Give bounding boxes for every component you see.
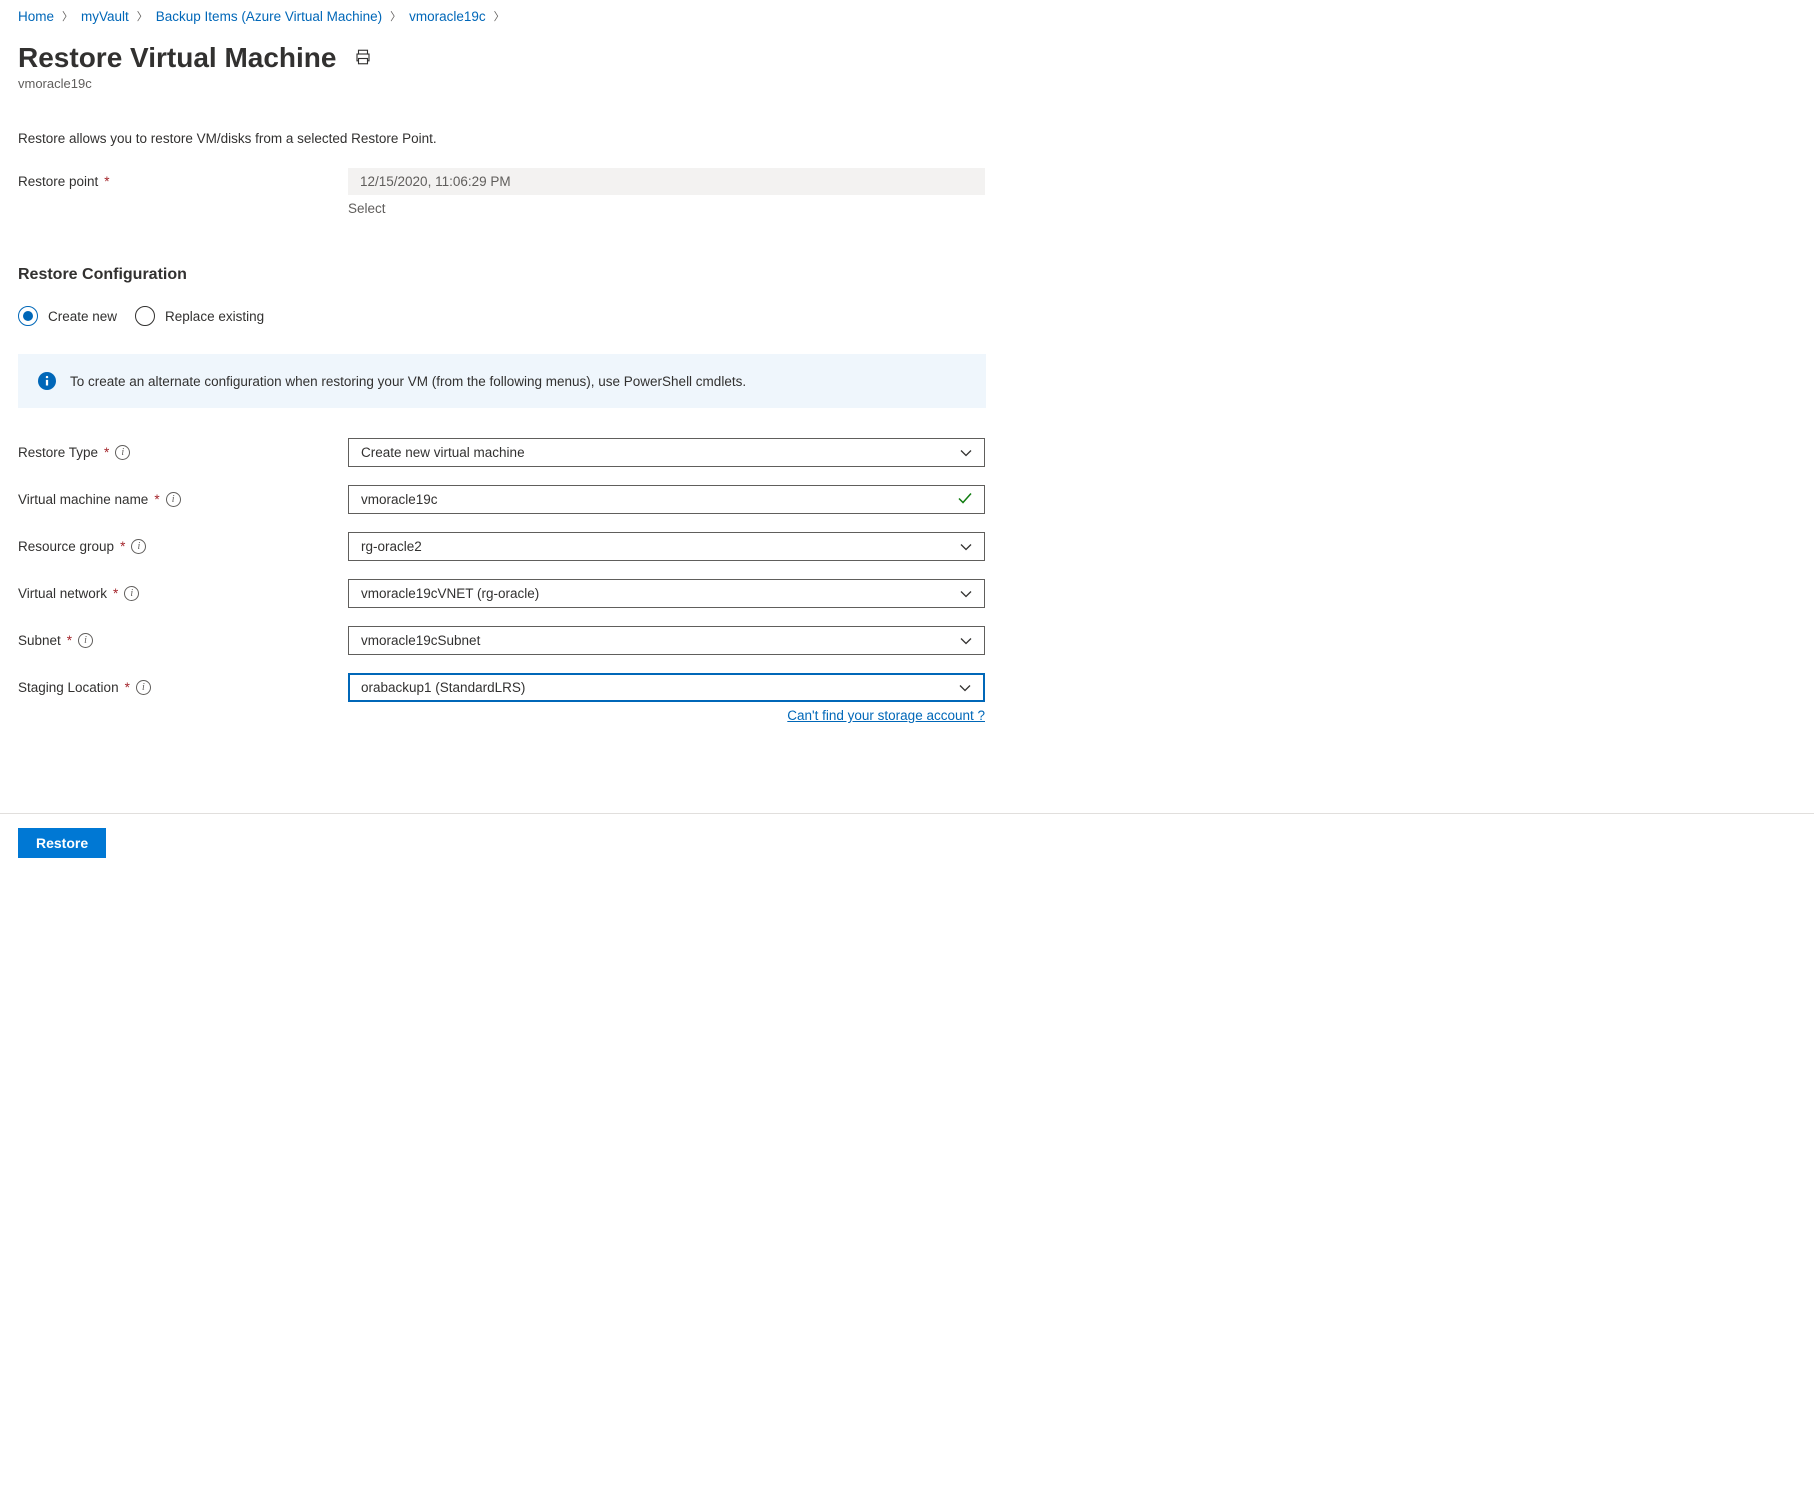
chevron-down-icon	[960, 539, 972, 554]
info-banner-text: To create an alternate configuration whe…	[70, 374, 746, 389]
vm-name-input[interactable]: vmoracle19c	[348, 485, 985, 514]
breadcrumb: Home 〉 myVault 〉 Backup Items (Azure Vir…	[18, 0, 1192, 24]
footer-bar: Restore	[0, 813, 1814, 872]
vnet-value: vmoracle19cVNET (rg-oracle)	[361, 586, 539, 601]
required-indicator: *	[125, 680, 130, 695]
chevron-down-icon	[959, 680, 971, 695]
chevron-right-icon: 〉	[137, 8, 148, 24]
restore-type-select[interactable]: Create new virtual machine	[348, 438, 985, 467]
info-banner: To create an alternate configuration whe…	[18, 354, 986, 408]
info-icon[interactable]: i	[124, 586, 139, 601]
required-indicator: *	[104, 174, 109, 189]
radio-selected-icon	[18, 306, 38, 326]
radio-create-new-label: Create new	[48, 309, 117, 324]
required-indicator: *	[120, 539, 125, 554]
radio-create-new[interactable]: Create new	[18, 306, 117, 326]
resource-group-select[interactable]: rg-oracle2	[348, 532, 985, 561]
subnet-value: vmoracle19cSubnet	[361, 633, 480, 648]
resource-group-value: rg-oracle2	[361, 539, 422, 554]
storage-account-help-link[interactable]: Can't find your storage account ?	[787, 708, 985, 723]
radio-replace-existing-label: Replace existing	[165, 309, 264, 324]
breadcrumb-vmoracle19c[interactable]: vmoracle19c	[409, 9, 486, 24]
info-icon[interactable]: i	[131, 539, 146, 554]
vnet-label: Virtual network	[18, 586, 107, 601]
chevron-down-icon	[960, 445, 972, 460]
page-title: Restore Virtual Machine	[18, 42, 336, 74]
required-indicator: *	[154, 492, 159, 507]
chevron-right-icon: 〉	[62, 8, 73, 24]
info-icon	[38, 372, 56, 390]
restore-point-select-link[interactable]: Select	[348, 195, 985, 216]
breadcrumb-home[interactable]: Home	[18, 9, 54, 24]
staging-location-select[interactable]: orabackup1 (StandardLRS)	[348, 673, 985, 702]
page-subtitle: vmoracle19c	[18, 76, 1192, 91]
resource-group-label: Resource group	[18, 539, 114, 554]
restore-config-heading: Restore Configuration	[18, 266, 1192, 284]
chevron-right-icon: 〉	[390, 8, 401, 24]
chevron-down-icon	[960, 586, 972, 601]
required-indicator: *	[104, 445, 109, 460]
page-description: Restore allows you to restore VM/disks f…	[18, 131, 1192, 146]
restore-point-value: 12/15/2020, 11:06:29 PM	[348, 168, 985, 195]
info-icon[interactable]: i	[115, 445, 130, 460]
restore-type-label: Restore Type	[18, 445, 98, 460]
breadcrumb-backup-items[interactable]: Backup Items (Azure Virtual Machine)	[156, 9, 382, 24]
restore-config-radio-group: Create new Replace existing	[18, 306, 1192, 326]
vm-name-label: Virtual machine name	[18, 492, 148, 507]
info-icon[interactable]: i	[166, 492, 181, 507]
chevron-right-icon: 〉	[494, 8, 505, 24]
vnet-select[interactable]: vmoracle19cVNET (rg-oracle)	[348, 579, 985, 608]
subnet-label: Subnet	[18, 633, 61, 648]
restore-type-value: Create new virtual machine	[361, 445, 525, 460]
restore-point-label: Restore point	[18, 174, 98, 189]
staging-location-value: orabackup1 (StandardLRS)	[361, 680, 525, 695]
subnet-select[interactable]: vmoracle19cSubnet	[348, 626, 985, 655]
staging-location-label: Staging Location	[18, 680, 119, 695]
print-icon[interactable]	[354, 48, 372, 69]
breadcrumb-myvault[interactable]: myVault	[81, 9, 129, 24]
radio-unselected-icon	[135, 306, 155, 326]
info-icon[interactable]: i	[78, 633, 93, 648]
info-icon[interactable]: i	[136, 680, 151, 695]
restore-button[interactable]: Restore	[18, 828, 106, 858]
required-indicator: *	[67, 633, 72, 648]
chevron-down-icon	[960, 633, 972, 648]
required-indicator: *	[113, 586, 118, 601]
checkmark-icon	[958, 492, 972, 507]
radio-replace-existing[interactable]: Replace existing	[135, 306, 264, 326]
vm-name-value: vmoracle19c	[361, 492, 438, 507]
